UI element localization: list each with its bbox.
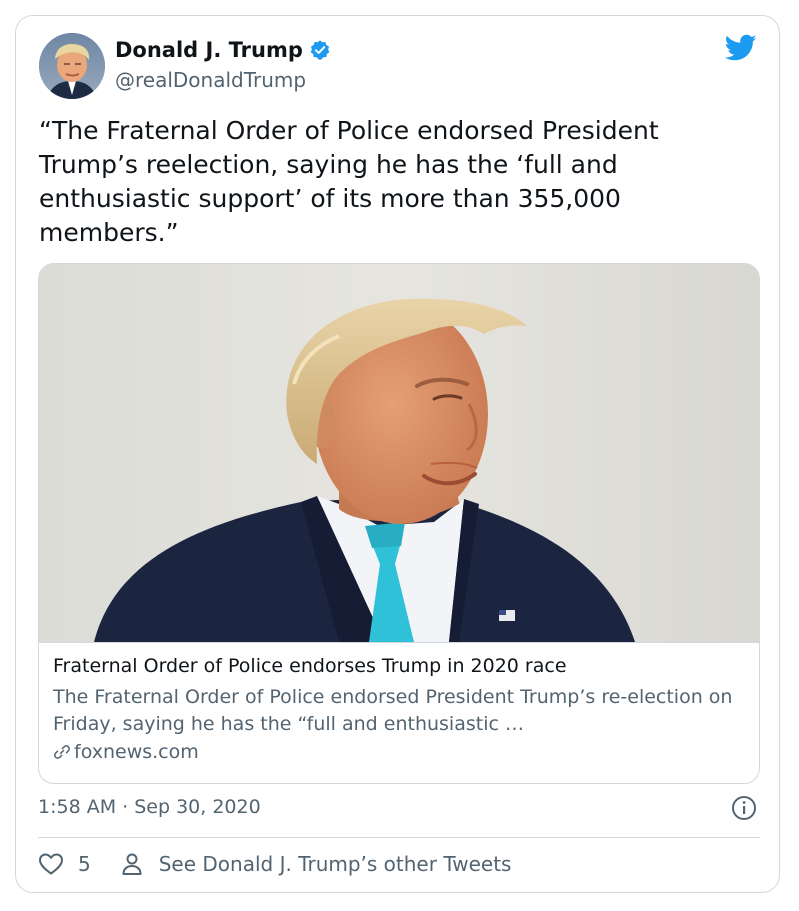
author-avatar[interactable] bbox=[39, 33, 105, 99]
verified-badge-icon bbox=[310, 40, 330, 60]
link-domain[interactable]: foxnews.com bbox=[53, 741, 199, 763]
link-preview-card[interactable]: Fraternal Order of Police endorses Trump… bbox=[38, 263, 760, 784]
tweet-text: “The Fraternal Order of Police endorsed … bbox=[39, 116, 659, 247]
author-name-row[interactable]: Donald J. Trump bbox=[115, 38, 331, 62]
link-title[interactable]: Fraternal Order of Police endorses Trump… bbox=[53, 655, 567, 677]
link-icon bbox=[54, 745, 70, 759]
twitter-bird-icon[interactable] bbox=[725, 34, 757, 62]
author-handle[interactable]: @realDonaldTrump bbox=[115, 68, 306, 92]
link-description: The Fraternal Order of Police endorsed P… bbox=[53, 686, 733, 735]
tweet-timestamp[interactable]: 1:58 AM · Sep 30, 2020 bbox=[38, 796, 261, 818]
link-domain-text: foxnews.com bbox=[74, 741, 199, 763]
author-name[interactable]: Donald J. Trump bbox=[115, 38, 303, 62]
divider bbox=[38, 837, 760, 838]
person-icon[interactable] bbox=[121, 852, 143, 876]
link-preview-text[interactable]: Fraternal Order of Police endorses Trump… bbox=[39, 642, 759, 783]
tweet-actions: 5 See Donald J. Trump’s other Tweets bbox=[38, 852, 511, 876]
link-preview-image[interactable] bbox=[39, 264, 759, 642]
like-count[interactable]: 5 bbox=[78, 852, 91, 876]
info-icon[interactable] bbox=[731, 795, 757, 821]
heart-icon[interactable] bbox=[38, 852, 64, 876]
tweet-embed-card: Donald J. Trump @realDonaldTrump “The Fr… bbox=[15, 15, 780, 893]
see-other-tweets-link[interactable]: See Donald J. Trump’s other Tweets bbox=[159, 852, 512, 876]
